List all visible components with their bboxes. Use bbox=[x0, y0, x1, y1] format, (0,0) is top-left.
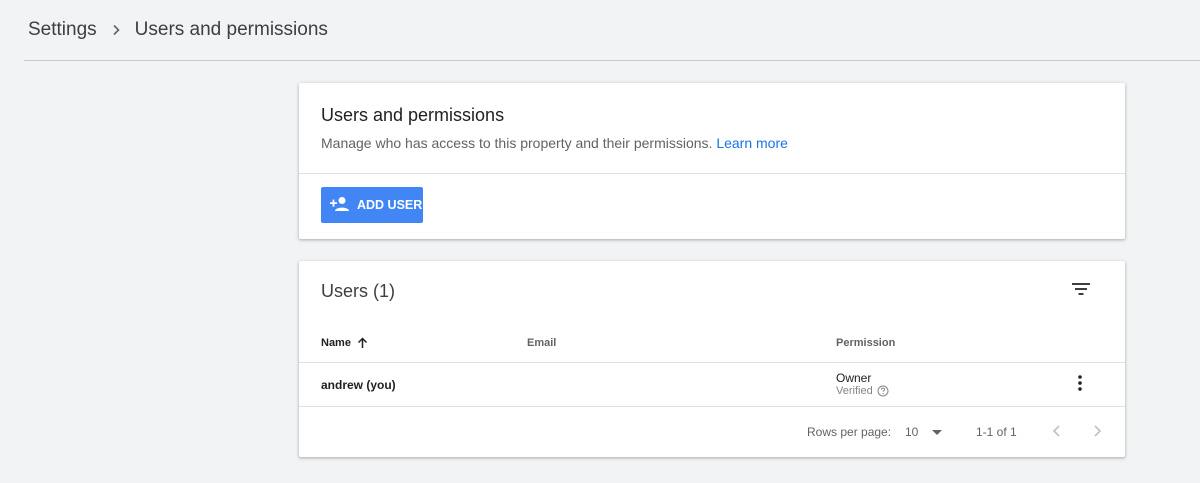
column-header-email[interactable]: Email bbox=[527, 337, 556, 349]
users-table-card: Users (1) Name Email Permission andrew (… bbox=[299, 261, 1125, 457]
users-permissions-card: Users and permissions Manage who has acc… bbox=[299, 83, 1125, 239]
pagination-range: 1-1 of 1 bbox=[976, 425, 1017, 439]
arrow-upward-icon bbox=[357, 337, 368, 349]
breadcrumb: Settings Users and permissions bbox=[24, 0, 1200, 61]
breadcrumb-settings[interactable]: Settings bbox=[28, 19, 97, 41]
column-name-label: Name bbox=[321, 337, 351, 349]
users-title: Users (1) bbox=[321, 281, 396, 301]
card-description: Manage who has access to this property a… bbox=[321, 135, 788, 151]
divider bbox=[299, 173, 1125, 174]
learn-more-link[interactable]: Learn more bbox=[716, 135, 788, 151]
user-name: andrew (you) bbox=[321, 378, 396, 392]
add-user-label: ADD USER bbox=[357, 198, 423, 212]
chevron-left-icon[interactable] bbox=[1049, 422, 1065, 440]
arrow-drop-down-icon[interactable] bbox=[931, 425, 943, 439]
filter-icon[interactable] bbox=[1069, 277, 1093, 301]
help-circle-icon[interactable] bbox=[873, 385, 889, 397]
card-title: Users and permissions bbox=[321, 105, 505, 125]
person-add-icon bbox=[329, 196, 357, 215]
more-vert-icon[interactable] bbox=[1071, 373, 1089, 393]
description-text: Manage who has access to this property a… bbox=[321, 135, 713, 151]
breadcrumb-current: Users and permissions bbox=[134, 19, 328, 40]
chevron-right-icon bbox=[111, 24, 121, 36]
rows-per-page-label: Rows per page: bbox=[807, 425, 892, 439]
column-header-name[interactable]: Name bbox=[321, 337, 368, 349]
user-status: Verified bbox=[836, 385, 889, 397]
user-permission: Owner bbox=[836, 371, 872, 385]
divider bbox=[299, 406, 1125, 407]
column-header-permission[interactable]: Permission bbox=[836, 337, 895, 349]
rows-per-page-select[interactable]: 10 bbox=[905, 425, 918, 439]
divider bbox=[299, 362, 1125, 363]
status-verified: Verified bbox=[836, 385, 873, 397]
chevron-right-icon[interactable] bbox=[1089, 422, 1105, 440]
add-user-button[interactable]: ADD USER bbox=[321, 187, 423, 223]
